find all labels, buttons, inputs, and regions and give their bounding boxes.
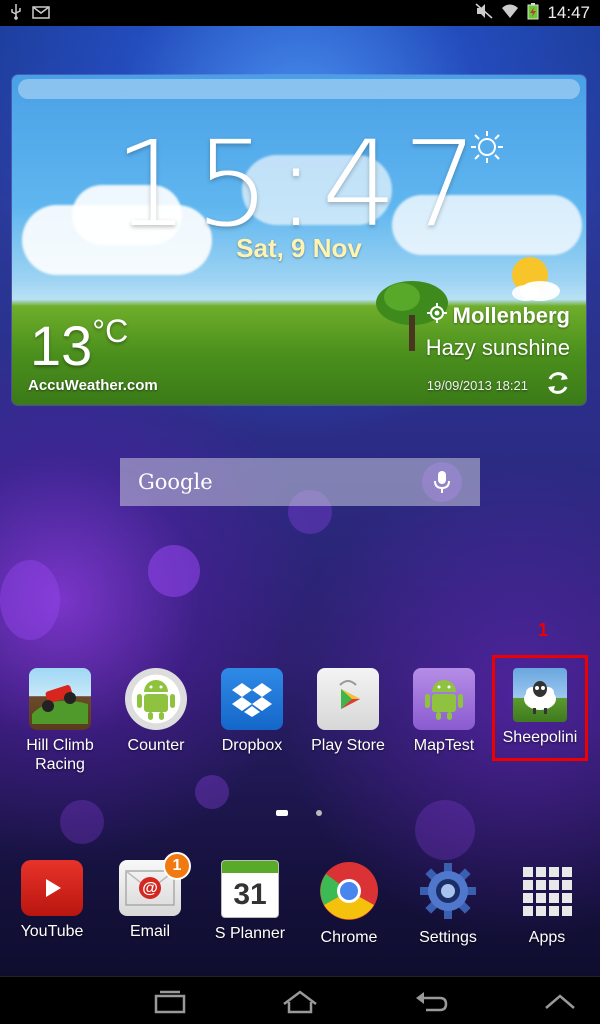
weather-provider: AccuWeather.com: [28, 377, 158, 394]
dropbox-icon: [221, 668, 283, 730]
weather-clock-widget[interactable]: 15:47 Sat, 9 Nov 13°C Mollenberg Hazy su…: [12, 75, 586, 405]
app-label: S Planner: [214, 925, 286, 942]
app-label: Chrome: [320, 929, 378, 946]
weather-condition: Hazy sunshine: [425, 335, 570, 360]
widget-top-bar: [18, 79, 580, 99]
temperature: 13°C: [30, 313, 128, 378]
voice-search-mic-icon[interactable]: [422, 462, 462, 502]
google-search-bar[interactable]: Google: [120, 458, 480, 506]
battery-charging-icon: [527, 2, 539, 25]
refresh-icon[interactable]: [544, 369, 572, 397]
page-dot: [316, 810, 322, 816]
temperature-unit: °C: [92, 313, 129, 349]
navigation-bar: [0, 976, 600, 1024]
bokeh-light: [415, 800, 475, 860]
weather-location: Mollenberg: [426, 303, 570, 329]
app-label: Apps: [528, 929, 566, 946]
app-play-store[interactable]: Play Store: [303, 668, 393, 755]
weather-updated-time: 19/09/2013 18:21: [426, 378, 528, 393]
bokeh-light: [0, 560, 60, 640]
app-dropbox[interactable]: Dropbox: [207, 668, 297, 755]
notification-icons: [10, 3, 50, 23]
dock-email[interactable]: @ 1 Email: [105, 852, 195, 941]
location-name: Mollenberg: [452, 303, 570, 328]
back-button[interactable]: [410, 987, 450, 1017]
annotation-number: 1: [538, 620, 549, 640]
dock-settings[interactable]: Settings: [403, 860, 493, 947]
email-icon: @ 1: [119, 852, 191, 916]
temperature-value: 13: [30, 314, 93, 377]
apps-grid-icon: [516, 860, 578, 922]
app-label: MapTest: [413, 737, 475, 754]
menu-chevron-up-icon[interactable]: [540, 987, 580, 1017]
bokeh-light: [148, 545, 200, 597]
app-label: Hill Climb Racing: [26, 737, 94, 773]
calendar-header: [222, 861, 278, 873]
status-time: 14:47: [547, 3, 590, 22]
home-button[interactable]: [280, 987, 320, 1017]
android-icon: [125, 668, 187, 730]
dock-apps[interactable]: Apps: [502, 860, 592, 947]
google-search-label: Google: [138, 470, 213, 494]
mute-icon: [475, 2, 493, 24]
app-label: Counter: [127, 737, 185, 754]
email-notification-icon: [32, 5, 50, 22]
page-indicator: [276, 810, 322, 816]
dock-s-planner[interactable]: 31 S Planner: [205, 860, 295, 943]
app-label: Email: [129, 923, 170, 940]
wifi-icon: [501, 3, 519, 24]
dock-chrome[interactable]: Chrome: [304, 860, 394, 947]
dock-youtube[interactable]: YouTube: [7, 860, 97, 941]
app-hill-climb-racing[interactable]: Hill Climb Racing: [15, 668, 105, 774]
bokeh-light: [195, 775, 229, 809]
calendar-day: 31: [233, 878, 267, 911]
settings-gear-icon: [417, 860, 479, 922]
app-label: YouTube: [20, 923, 84, 940]
sun-alarm-icon: [470, 130, 504, 164]
app-label: Play Store: [311, 737, 385, 754]
app-counter[interactable]: Counter: [111, 668, 201, 755]
app-label: Dropbox: [221, 737, 283, 754]
bokeh-light: [60, 800, 104, 844]
android-icon: [413, 668, 475, 730]
status-right: 14:47: [475, 2, 590, 25]
youtube-icon: [21, 860, 83, 916]
email-badge-count: 1: [172, 857, 182, 874]
status-bar: 14:47: [0, 0, 600, 26]
weather-condition-icon: [502, 255, 562, 303]
recent-apps-button[interactable]: [150, 987, 190, 1017]
clock-date: Sat, 9 Nov: [236, 233, 362, 263]
email-badge: 1: [163, 852, 191, 880]
sheep-icon: [513, 668, 567, 722]
chrome-icon: [318, 860, 380, 922]
svg-text:@: @: [142, 880, 158, 897]
app-sheepolini[interactable]: Sheepolini: [495, 668, 585, 747]
hill-climb-racing-icon: [29, 668, 91, 730]
app-label: Sheepolini: [502, 729, 578, 746]
location-icon: [426, 303, 447, 329]
calendar-icon: 31: [221, 860, 279, 918]
usb-icon: [10, 3, 22, 23]
app-maptest[interactable]: MapTest: [399, 668, 489, 755]
play-store-icon: [317, 668, 379, 730]
app-label: Settings: [419, 929, 477, 946]
page-dot-active: [276, 810, 288, 816]
